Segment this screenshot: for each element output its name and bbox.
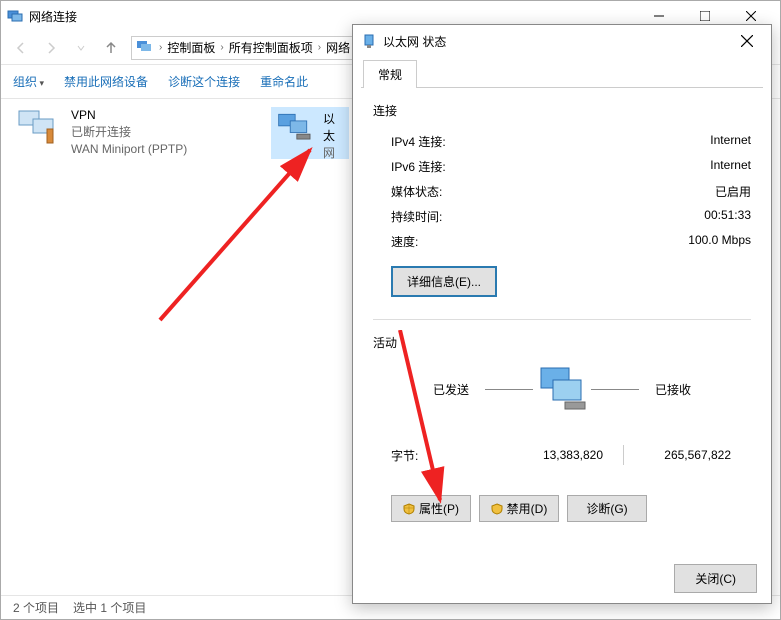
- crumb-control-panel[interactable]: 控制面板: [165, 39, 217, 56]
- dialog-titlebar: 以太网 状态: [353, 25, 771, 57]
- dialog-body: 连接 IPv4 连接: Internet IPv6 连接: Internet 媒体状…: [353, 88, 771, 536]
- close-dialog-button[interactable]: 关闭(C): [674, 564, 757, 593]
- tab-general[interactable]: 常规: [363, 60, 417, 88]
- chevron-right-icon: ›: [318, 42, 321, 53]
- up-button[interactable]: [97, 36, 125, 60]
- rename-button[interactable]: 重命名此: [260, 73, 308, 90]
- bytes-sent-value: 13,383,820: [503, 448, 603, 462]
- ipv4-value: Internet: [710, 133, 751, 150]
- speed-value: 100.0 Mbps: [688, 233, 751, 250]
- ipv6-label: IPv6 连接:: [391, 158, 446, 175]
- diagnose-label: 诊断(G): [586, 500, 627, 517]
- ipv6-value: Internet: [710, 158, 751, 175]
- connection-status: 网络: [323, 145, 345, 159]
- dialog-tabs: 常规: [353, 57, 771, 87]
- connection-section-label: 连接: [373, 102, 751, 119]
- line-icon: [591, 389, 639, 390]
- ethernet-icon: [277, 111, 315, 147]
- activity-computers-icon: [531, 364, 593, 414]
- vpn-icon: [17, 107, 63, 147]
- back-button[interactable]: [7, 36, 35, 60]
- duration-value: 00:51:33: [704, 208, 751, 225]
- media-value: 已启用: [715, 183, 751, 200]
- organize-menu[interactable]: 组织: [13, 73, 44, 90]
- chevron-right-icon: ›: [159, 42, 162, 53]
- recent-dropdown[interactable]: [67, 36, 95, 60]
- connection-item-vpn[interactable]: VPN 已断开连接 WAN Miniport (PPTP): [17, 107, 187, 157]
- connection-device: WAN Miniport (PPTP): [71, 141, 187, 158]
- bytes-label: 字节:: [391, 447, 418, 464]
- shield-icon: [491, 503, 503, 515]
- properties-label: 属性(P): [419, 500, 459, 517]
- selection-count: 选中 1 个项目: [73, 599, 146, 616]
- crumb-all-items[interactable]: 所有控制面板项: [227, 39, 315, 56]
- properties-button[interactable]: 属性(P): [391, 495, 471, 522]
- bytes-received-value: 265,567,822: [631, 448, 731, 462]
- crumb-network[interactable]: 网络: [324, 39, 352, 56]
- dialog-title: 以太网 状态: [383, 33, 731, 50]
- activity-section-label: 活动: [373, 334, 751, 351]
- line-icon: [485, 389, 533, 390]
- connection-name: VPN: [71, 107, 187, 124]
- ethernet-icon: [361, 33, 377, 49]
- window-title: 网络连接: [29, 8, 636, 25]
- network-icon: [7, 8, 23, 24]
- separator: [623, 445, 624, 465]
- chevron-right-icon: ›: [220, 42, 223, 53]
- connection-item-ethernet[interactable]: 以太 网络 Rea: [271, 107, 349, 159]
- received-label: 已接收: [655, 381, 691, 398]
- speed-label: 速度:: [391, 233, 418, 250]
- sent-label: 已发送: [433, 381, 469, 398]
- diagnose-button[interactable]: 诊断这个连接: [168, 73, 240, 90]
- ethernet-status-dialog: 以太网 状态 常规 连接 IPv4 连接: Internet IPv6 连接: In…: [352, 24, 772, 604]
- details-button[interactable]: 详细信息(E)...: [391, 266, 497, 297]
- shield-icon: [403, 503, 415, 515]
- disable-label: 禁用(D): [507, 500, 548, 517]
- forward-button[interactable]: [37, 36, 65, 60]
- diagnose-button[interactable]: 诊断(G): [567, 495, 647, 522]
- duration-label: 持续时间:: [391, 208, 442, 225]
- disable-button[interactable]: 禁用(D): [479, 495, 559, 522]
- dialog-close-button[interactable]: [731, 25, 763, 57]
- item-count: 2 个项目: [13, 599, 59, 616]
- media-label: 媒体状态:: [391, 183, 442, 200]
- connection-name: 以太: [323, 111, 345, 145]
- ipv4-label: IPv4 连接:: [391, 133, 446, 150]
- disable-device-button[interactable]: 禁用此网络设备: [64, 73, 148, 90]
- network-icon: [136, 38, 152, 57]
- divider: [373, 319, 751, 320]
- connection-status: 已断开连接: [71, 124, 187, 141]
